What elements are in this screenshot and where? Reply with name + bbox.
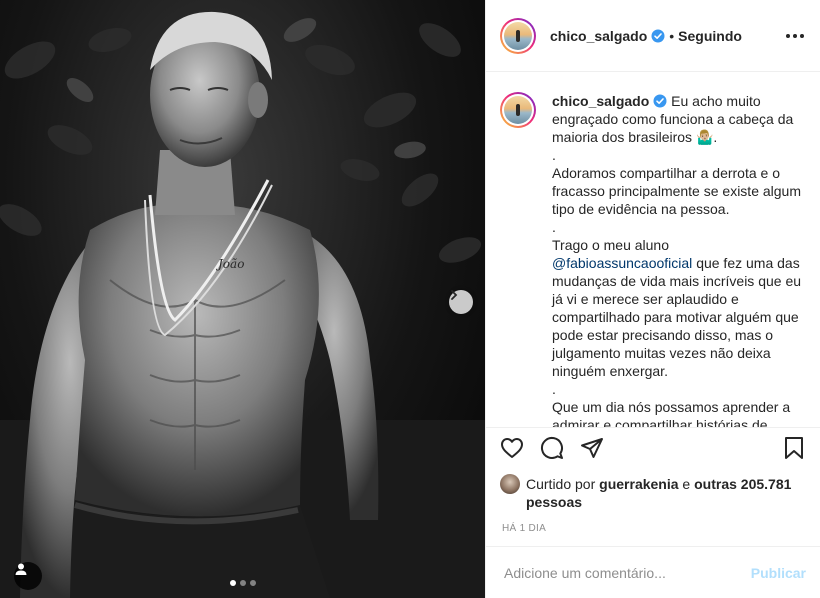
caption-dot: . xyxy=(552,147,556,163)
instagram-post: João chico_salgado • Seguindo chico_salg… xyxy=(0,0,820,598)
next-slide-button[interactable] xyxy=(449,290,473,314)
more-options-icon[interactable] xyxy=(784,28,806,44)
likes-summary: Curtido por guerrakenia e outras 205.781… xyxy=(486,473,820,511)
caption-username[interactable]: chico_salgado xyxy=(552,93,649,109)
carousel-dot-active xyxy=(229,580,236,586)
share-icon[interactable] xyxy=(580,436,604,465)
likes-prefix: Curtido por xyxy=(526,476,596,492)
post-header: chico_salgado • Seguindo xyxy=(486,0,820,72)
author-avatar[interactable] xyxy=(500,17,536,54)
post-actions-bar xyxy=(486,427,820,473)
caption-paragraph-4: Que um dia nós possamos aprender a admir… xyxy=(552,399,791,427)
author-username[interactable]: chico_salgado xyxy=(550,28,647,44)
user-tag-icon xyxy=(15,563,27,575)
caption-paragraph-2: Adoramos compartilhar a derrota e o frac… xyxy=(552,165,802,217)
liker-avatar[interactable] xyxy=(500,474,520,494)
caption-dot: . xyxy=(552,219,556,235)
tattoo-text: João xyxy=(215,257,244,271)
carousel-indicator xyxy=(0,580,485,586)
post-photo[interactable]: João xyxy=(0,0,485,598)
chevron-right-icon xyxy=(451,290,458,300)
comment-input[interactable] xyxy=(502,563,751,582)
publish-button[interactable]: Publicar xyxy=(751,565,806,581)
following-button[interactable]: Seguindo xyxy=(678,28,742,44)
post-timestamp[interactable]: HÁ 1 DIA xyxy=(486,511,820,546)
add-comment-form: Publicar xyxy=(486,546,820,598)
post-caption: chico_salgado Eu acho muito engraçado co… xyxy=(552,92,802,427)
verified-badge-icon xyxy=(653,94,667,108)
photo-illustration: João xyxy=(0,11,485,598)
verified-badge-icon xyxy=(651,29,665,43)
comment-icon[interactable] xyxy=(540,436,564,465)
caption-dot: . xyxy=(552,381,556,397)
heart-icon[interactable] xyxy=(500,436,524,465)
mention-link[interactable]: @fabioassuncaooficial xyxy=(552,255,692,271)
caption-author-avatar[interactable] xyxy=(500,92,536,128)
liker-username[interactable]: guerrakenia xyxy=(599,476,678,492)
bookmark-icon[interactable] xyxy=(782,436,806,465)
caption-paragraph-3-start: Trago o meu aluno xyxy=(552,237,669,253)
header-separator: • xyxy=(669,27,675,44)
carousel-dot xyxy=(249,580,256,586)
post-side-panel: chico_salgado • Seguindo chico_salgado E… xyxy=(485,0,820,598)
likes-connector: e xyxy=(682,476,691,492)
caption-paragraph-3-end: que fez uma das mudanças de vida mais in… xyxy=(552,255,802,379)
carousel-dot xyxy=(239,580,246,586)
comments-area[interactable]: chico_salgado Eu acho muito engraçado co… xyxy=(486,72,820,427)
